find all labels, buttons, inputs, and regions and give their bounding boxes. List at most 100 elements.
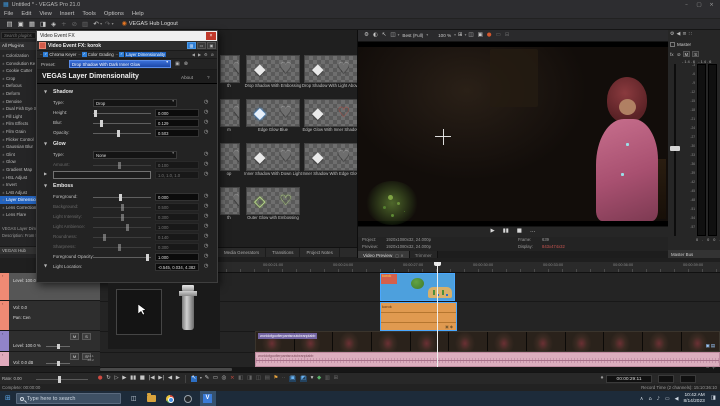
chain-plugin-3[interactable]: Layer Dimensionality bbox=[125, 52, 166, 57]
slider-thumb[interactable] bbox=[117, 162, 121, 169]
plugin-item[interactable]: ∗HSL Adjust bbox=[0, 174, 36, 182]
preset-thumb[interactable]: ◆ ♥ bbox=[304, 55, 357, 83]
animate-icon[interactable]: ◷ bbox=[204, 244, 208, 249]
video-output-fx-icon[interactable]: ◐ bbox=[373, 32, 378, 39]
slider-thumb[interactable] bbox=[126, 224, 129, 231]
plugin-item[interactable]: ∗Defocus bbox=[0, 82, 36, 90]
plugin-item[interactable]: ∗Denoise bbox=[0, 98, 36, 106]
tray-volume-icon[interactable]: ◀ bbox=[675, 396, 679, 402]
light-xy-pad[interactable] bbox=[116, 289, 162, 335]
slider-thumb[interactable] bbox=[94, 110, 98, 117]
slider-thumb[interactable] bbox=[119, 194, 123, 201]
chain-remove-icon[interactable]: ⊘ bbox=[211, 52, 215, 57]
zoom-dropdown-arrow[interactable]: ▾ bbox=[454, 33, 456, 38]
preview-play-button[interactable]: ▶ bbox=[491, 229, 495, 235]
audio-meters-button[interactable]: ▥ bbox=[325, 376, 330, 382]
param-value[interactable]: 0.000 bbox=[155, 193, 199, 201]
fx-section-glow[interactable]: ▼ Glow bbox=[37, 140, 217, 150]
animate-icon[interactable]: ◷ bbox=[204, 214, 208, 219]
misc-tools-button[interactable]: ⊞ bbox=[334, 376, 339, 382]
animate-icon[interactable]: ◷ bbox=[204, 100, 208, 105]
about-button[interactable]: About bbox=[181, 75, 193, 80]
preview-stop-button[interactable]: ■ bbox=[517, 229, 522, 235]
plugin-item[interactable]: ∗Film Grain bbox=[0, 128, 36, 136]
param-value[interactable]: 0.140 bbox=[155, 233, 199, 241]
chain-plugin-1[interactable]: Chroma Keyer bbox=[49, 52, 76, 57]
animate-icon[interactable]: ◷ bbox=[204, 172, 208, 177]
animate-icon[interactable]: ◷ bbox=[204, 152, 208, 157]
param-dropdown[interactable]: None ▾ bbox=[93, 151, 177, 159]
save-snapshot-icon[interactable]: ▣ bbox=[478, 32, 483, 39]
record-button[interactable]: ● bbox=[98, 376, 103, 382]
taskbar-clock[interactable]: 10:42 AM 8/14/2023 bbox=[683, 393, 704, 405]
slider-thumb[interactable] bbox=[120, 204, 124, 211]
slider-thumb[interactable] bbox=[100, 120, 104, 127]
preset-thumb[interactable]: ◆ ♥ bbox=[304, 143, 357, 171]
bypass-fx-icon[interactable]: ● bbox=[487, 32, 492, 39]
param-value[interactable]: 0.000 bbox=[155, 109, 199, 117]
animate-icon[interactable]: ◷ bbox=[204, 130, 208, 135]
event-fade-button[interactable]: ◫ bbox=[256, 376, 261, 382]
param-value[interactable]: 0.129 bbox=[155, 119, 199, 127]
tray-shield-icon[interactable]: ⌂ bbox=[648, 396, 651, 402]
plugin-item[interactable]: ∗Layer Dimensio bbox=[0, 196, 36, 204]
save-preset-icon[interactable]: ▣ bbox=[175, 61, 180, 67]
plugin-item[interactable]: ∗Deform bbox=[0, 90, 36, 98]
param-value[interactable]: 1.000 bbox=[155, 253, 199, 261]
param-slider[interactable] bbox=[93, 257, 151, 258]
preset-thumb-partial[interactable]: ♥ bbox=[220, 143, 240, 171]
slider-thumb[interactable] bbox=[116, 130, 120, 137]
task-view-button[interactable]: ◫ bbox=[131, 395, 137, 402]
split-tool-button[interactable]: × bbox=[230, 376, 235, 382]
animate-icon[interactable]: ◷ bbox=[204, 264, 208, 269]
fx-float-button[interactable]: ▭ bbox=[197, 42, 206, 49]
rate-slider-thumb[interactable] bbox=[58, 376, 61, 383]
glow-color-swatch[interactable] bbox=[53, 171, 151, 179]
clip-media-audio[interactable]: worldofgoofierpantsroutcbranplabb bbox=[255, 352, 720, 367]
master-solo-button[interactable]: S bbox=[692, 51, 700, 57]
track-header-3[interactable]: Level: 100.0 % MS bbox=[0, 331, 100, 352]
video-canvas[interactable] bbox=[358, 42, 668, 226]
bus-fx-button[interactable]: fx bbox=[670, 52, 674, 57]
plugin-item[interactable]: ∗Gradient Map bbox=[0, 166, 36, 174]
redo-icon[interactable]: ↷ bbox=[105, 21, 110, 28]
plugin-search-input[interactable]: Search plugins bbox=[1, 32, 36, 39]
quality-dropdown[interactable]: Best (Full) bbox=[402, 33, 423, 38]
all-plugins-header[interactable]: All Plug-ins bbox=[0, 42, 36, 50]
param-slider[interactable] bbox=[93, 165, 151, 166]
maximize-button[interactable]: ▢ bbox=[693, 2, 704, 9]
chain-next-icon[interactable]: ▶ bbox=[198, 52, 202, 57]
track-slider-thumb[interactable] bbox=[57, 361, 60, 366]
tray-mic-icon[interactable]: ♪ bbox=[657, 396, 660, 402]
copy-icon[interactable]: ⊘ bbox=[72, 21, 77, 28]
loop-playback-button[interactable]: ↻ bbox=[106, 376, 111, 382]
clip-korok-audio[interactable]: korok ▣◆ bbox=[380, 302, 457, 331]
param-slider[interactable] bbox=[93, 227, 151, 228]
preview-settings-icon[interactable]: ⚙ bbox=[364, 32, 369, 39]
track-mute-button[interactable]: M bbox=[70, 333, 79, 340]
plugin-item[interactable]: ∗Film Effects bbox=[0, 120, 36, 128]
param-slider[interactable] bbox=[93, 113, 151, 114]
preset-thumb[interactable]: ◇ ♡ bbox=[246, 187, 300, 215]
fx-section-emboss[interactable]: ▼ Emboss bbox=[37, 182, 217, 192]
param-dropdown[interactable]: Drop ▾ bbox=[93, 99, 177, 107]
snap-options-button[interactable]: ▾ bbox=[311, 376, 314, 382]
menu-edit[interactable]: Edit bbox=[21, 11, 31, 17]
open-project-icon[interactable]: ▣ bbox=[18, 21, 24, 28]
zoom-tool-button[interactable]: ◎ bbox=[222, 376, 227, 382]
trim-end-button[interactable]: ◨ bbox=[247, 376, 252, 382]
collapse-icon[interactable]: ▼ bbox=[44, 184, 47, 188]
paste-icon[interactable]: ▥ bbox=[82, 21, 88, 28]
tab-transitions[interactable]: Transitions bbox=[266, 248, 301, 257]
selection-tool-button[interactable]: ▭ bbox=[213, 376, 218, 382]
fx-dock-close-button[interactable]: ▣ bbox=[207, 42, 216, 49]
redo-dropdown[interactable]: ▾ bbox=[112, 22, 114, 26]
collapse-icon[interactable]: ▼ bbox=[44, 90, 47, 94]
file-explorer-icon[interactable] bbox=[146, 393, 156, 402]
cut-icon[interactable]: + bbox=[61, 21, 66, 28]
preset-dropdown[interactable]: Drop Shadow With Dark Inner Glow ▾ bbox=[69, 60, 171, 68]
fx-dialog-titlebar[interactable]: Video Event FX × bbox=[37, 31, 217, 41]
plugin-item[interactable]: ∗Flicker Control bbox=[0, 136, 36, 144]
plugin-item[interactable]: ∗Dual Fish Eye St bbox=[0, 105, 36, 113]
menu-help[interactable]: Help bbox=[132, 11, 144, 17]
